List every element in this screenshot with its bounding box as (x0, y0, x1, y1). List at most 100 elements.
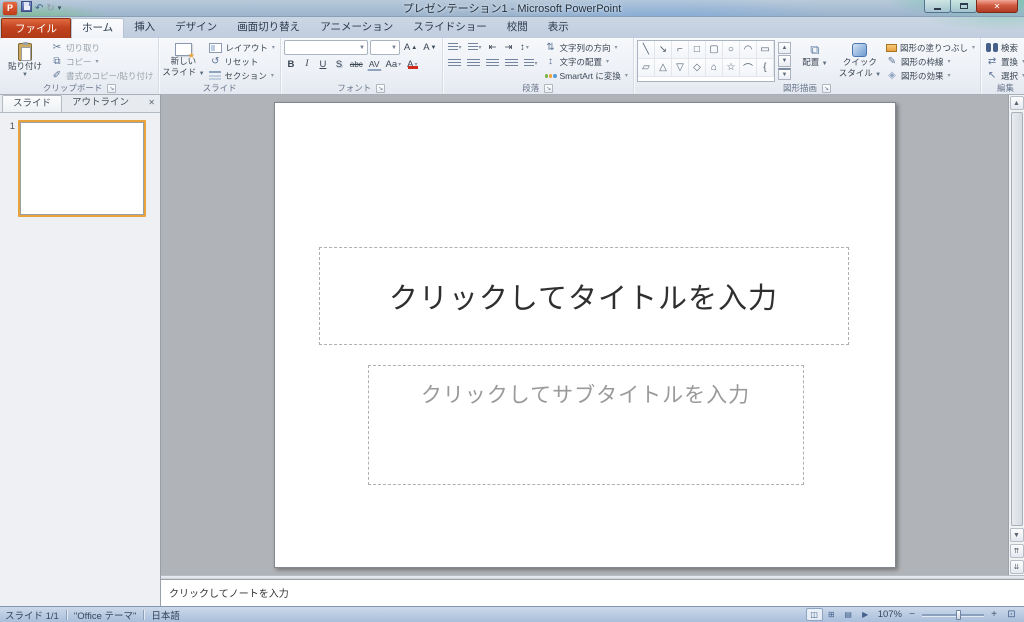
underline-button[interactable]: U (316, 57, 330, 71)
paste-button[interactable]: 貼り付け ▼ (4, 40, 46, 82)
font-name-combobox[interactable]: ▼ (283, 40, 368, 55)
slide-canvas[interactable]: クリックしてタイトルを入力 クリックしてサブタイトルを入力 (273, 102, 896, 568)
rounded-rectangle-shape-icon[interactable]: ▢ (705, 41, 723, 59)
reading-view-icon[interactable]: ▤ (840, 608, 857, 621)
increase-indent-button[interactable]: ⇥ (502, 40, 516, 54)
change-case-button[interactable]: Aa ▾ (384, 57, 404, 71)
smartart-convert-button[interactable]: SmartArt に変換 ▾ (543, 69, 630, 82)
decrease-indent-button[interactable]: ⇤ (486, 40, 500, 54)
line-shape-icon[interactable]: ╲ (637, 41, 655, 59)
decrease-font-size-button[interactable]: A ▼ (421, 41, 438, 55)
select-button[interactable]: ↖選択▾ (984, 69, 1024, 82)
scrollbar-thumb[interactable] (1010, 112, 1023, 526)
normal-view-icon[interactable]: ◫ (805, 608, 823, 621)
layout-button[interactable]: レイアウト ▾ (207, 41, 277, 54)
oval-shape-icon[interactable]: ○ (722, 41, 740, 59)
tab-slides-pane[interactable]: スライド (2, 95, 63, 112)
format-painter-button[interactable]: ✐ 書式のコピー/貼り付け (49, 69, 155, 82)
elbow-connector-shape-icon[interactable]: ⌐ (671, 41, 689, 59)
gallery-up-icon[interactable]: ▲ (777, 42, 791, 54)
subtitle-placeholder[interactable]: クリックしてサブタイトルを入力 (367, 365, 804, 485)
italic-button[interactable]: I (300, 57, 314, 71)
title-placeholder[interactable]: クリックしてタイトルを入力 (318, 247, 849, 345)
clipboard-dialog-launcher[interactable]: ↘ (107, 83, 117, 93)
next-slide-icon[interactable]: ⇊ (1009, 560, 1024, 574)
gallery-down-icon[interactable]: ▼ (777, 55, 791, 67)
strikethrough-button[interactable]: abc (348, 57, 365, 71)
tab-transitions[interactable]: 画面切り替え (227, 18, 310, 38)
text-direction-button[interactable]: ⇅ 文字列の方向 ▾ (543, 41, 630, 54)
rectangle-shape-icon[interactable]: □ (688, 41, 706, 59)
bold-button[interactable]: B (284, 57, 298, 71)
maximize-button[interactable] (950, 0, 977, 13)
font-size-combobox[interactable]: ▼ (369, 40, 400, 55)
powerpoint-app-icon[interactable]: P (3, 1, 17, 15)
text-shadow-button[interactable]: S (332, 57, 346, 71)
brace-shape-icon[interactable]: { (756, 59, 774, 77)
tab-animations[interactable]: アニメーション (310, 18, 403, 38)
find-button[interactable]: 検索 (984, 41, 1024, 54)
slide-thumbnail[interactable] (18, 120, 146, 217)
quick-styles-button[interactable]: クイック スタイル ▼ (839, 40, 881, 82)
paragraph-dialog-launcher[interactable]: ↘ (544, 83, 554, 93)
arrange-button[interactable]: ⧉ 配置 ▼ (794, 40, 836, 82)
tab-insert[interactable]: 挿入 (124, 18, 165, 38)
scroll-down-icon[interactable]: ▼ (1009, 528, 1024, 542)
drawing-dialog-launcher[interactable]: ↘ (822, 83, 831, 93)
tab-outline-pane[interactable]: アウトライン (62, 95, 139, 112)
bullets-button[interactable]: ▾ (446, 40, 464, 54)
slide-show-icon[interactable]: ▶ (857, 608, 874, 621)
scroll-up-icon[interactable]: ▲ (1009, 96, 1024, 110)
parallelogram-shape-icon[interactable]: ▱ (637, 59, 655, 77)
line-spacing-button[interactable]: ↕ ▾ (518, 40, 532, 54)
star-shape-icon[interactable]: ☆ (722, 59, 740, 77)
language-indicator[interactable]: 日本語 (151, 608, 180, 622)
font-dialog-launcher[interactable]: ↘ (376, 83, 386, 93)
new-slide-button[interactable]: 新しい スライド ▼ (162, 40, 205, 82)
repeat-icon[interactable]: ↻ (46, 2, 54, 15)
shape-effects-button[interactable]: ◈ 図形の効果 ▾ (884, 69, 977, 82)
home-shape-icon[interactable]: ⌂ (705, 59, 723, 77)
zoom-level[interactable]: 107% (878, 609, 902, 620)
tab-view[interactable]: 表示 (538, 18, 579, 38)
replace-button[interactable]: ⇄置換▾ (984, 55, 1024, 68)
fit-to-window-icon[interactable]: ⊡ (1004, 608, 1019, 621)
increase-font-size-button[interactable]: A ▲ (402, 41, 419, 55)
paste-dropdown-icon[interactable]: ▼ (22, 72, 28, 78)
minimize-button[interactable] (924, 0, 951, 13)
text-box-shape-icon[interactable]: ▭ (756, 41, 774, 59)
down-triangle-shape-icon[interactable]: ▽ (671, 59, 689, 77)
numbering-button[interactable]: ▾ (466, 40, 484, 54)
vertical-scrollbar[interactable]: ▲ ▼ ⇈ ⇊ (1008, 95, 1024, 575)
curve-shape-icon[interactable]: ⌒ (739, 59, 757, 77)
shape-fill-button[interactable]: 図形の塗りつぶし ▾ (884, 41, 977, 54)
character-spacing-button[interactable]: AV (366, 57, 382, 71)
zoom-out-icon[interactable]: − (906, 609, 918, 621)
cut-button[interactable]: ✂ 切り取り (49, 41, 155, 54)
arc-shape-icon[interactable]: ◠ (739, 41, 757, 59)
qat-customize-icon[interactable]: ▾ (58, 2, 62, 15)
theme-name[interactable]: "Office テーマ" (74, 608, 137, 622)
align-center-button[interactable] (465, 56, 482, 70)
reset-button[interactable]: ↺ リセット (207, 55, 277, 68)
tab-review[interactable]: 校閲 (497, 18, 538, 38)
copy-button[interactable]: ⧉ コピー ▾ (49, 55, 155, 68)
gallery-more-icon[interactable]: ▼ (777, 68, 791, 80)
triangle-shape-icon[interactable]: △ (654, 59, 672, 77)
undo-icon[interactable]: ↶ (35, 2, 43, 15)
tab-home[interactable]: ホーム (71, 18, 125, 38)
tab-design[interactable]: デザイン (165, 18, 227, 38)
notes-pane[interactable]: クリックしてノートを入力 (161, 580, 1024, 606)
section-button[interactable]: セクション ▾ (207, 69, 277, 82)
slide-sorter-icon[interactable]: ⊞ (823, 608, 840, 621)
zoom-in-icon[interactable]: + (988, 609, 1000, 621)
arrow-shape-icon[interactable]: ↘ (654, 41, 672, 59)
zoom-slider-thumb[interactable] (956, 609, 962, 620)
close-button[interactable]: ✕ (976, 0, 1018, 13)
tab-file[interactable]: ファイル (1, 18, 71, 38)
columns-button[interactable]: ▾ (522, 56, 540, 70)
align-right-button[interactable] (484, 56, 501, 70)
zoom-slider[interactable] (922, 609, 984, 621)
font-color-button[interactable]: A ▾ (405, 57, 419, 71)
previous-slide-icon[interactable]: ⇈ (1009, 544, 1024, 558)
